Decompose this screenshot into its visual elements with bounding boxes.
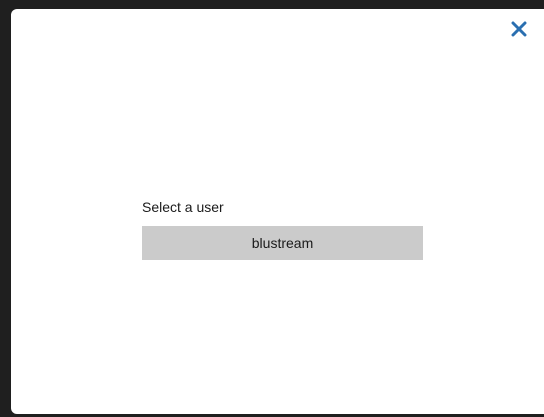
select-user-label: Select a user xyxy=(142,199,224,215)
close-button[interactable] xyxy=(508,18,530,40)
close-icon xyxy=(511,21,527,37)
screen-background: Select a user blustream xyxy=(0,0,544,417)
user-select-dialog: Select a user blustream xyxy=(11,9,544,414)
user-option-blustream[interactable]: blustream xyxy=(142,226,423,260)
user-list: blustream xyxy=(142,226,423,260)
